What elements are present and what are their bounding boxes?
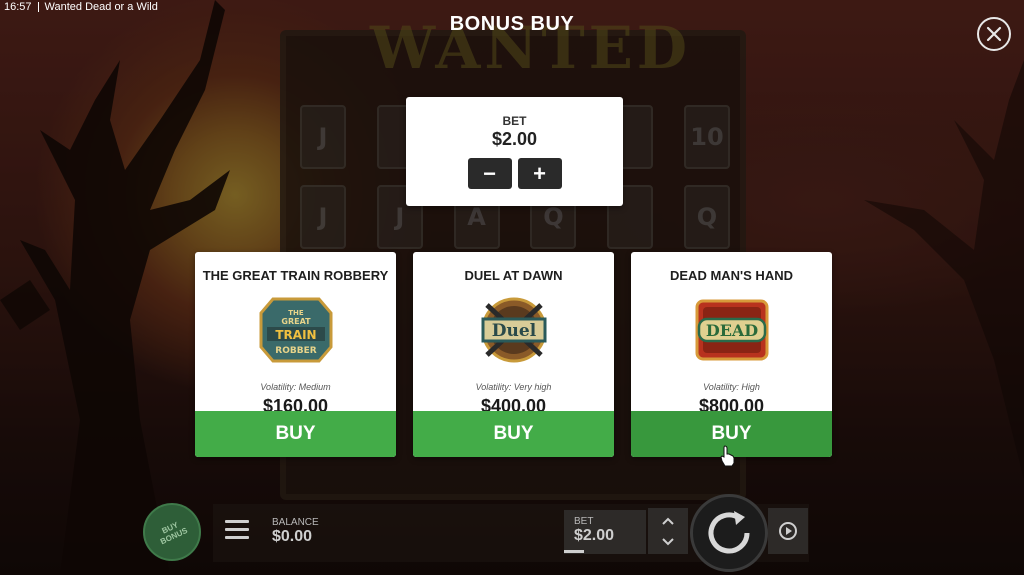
bet-stepper: − + [406, 158, 623, 189]
close-button[interactable] [977, 17, 1011, 51]
emblem-line: GREAT [281, 317, 311, 326]
bonus-volatility: Volatility: High [703, 382, 760, 392]
menu-button[interactable] [225, 520, 249, 540]
emblem-line: Duel [491, 321, 536, 341]
buy-bonus-label: BUY BONUS [158, 520, 189, 547]
bet-decrease-button[interactable]: − [467, 158, 512, 189]
bet-arrows [648, 508, 688, 554]
hand-pointer-icon [720, 445, 735, 467]
chevron-down-icon[interactable] [662, 538, 674, 546]
close-icon [986, 26, 1002, 42]
spin-button[interactable] [690, 494, 768, 572]
bet-increase-button[interactable]: + [517, 158, 562, 189]
status-separator [37, 2, 39, 12]
bottom-bet-value: $2.00 [574, 527, 615, 544]
bonus-volatility: Volatility: Medium [260, 382, 331, 392]
menu-icon-line [225, 520, 249, 523]
bet-value: $2.00 [491, 129, 538, 149]
bonus-title: DEAD MAN'S HAND [670, 268, 793, 283]
autoplay-button[interactable] [768, 508, 808, 554]
balance-value: $0.00 [272, 528, 313, 545]
bonus-card-duel-at-dawn: DUEL AT DAWN Duel Volatility: Very high … [413, 252, 614, 457]
status-app-title: Wanted Dead or a Wild [44, 1, 158, 13]
emblem-line: DEAD [705, 321, 757, 340]
dead-emblem-icon: DEAD [695, 299, 768, 361]
bonus-title: DUEL AT DAWN [464, 268, 563, 283]
spin-icon [708, 511, 750, 554]
autoplay-icon [779, 522, 797, 540]
bonus-title: THE GREAT TRAIN ROBBERY [202, 268, 389, 283]
buy-button[interactable]: BUY [413, 411, 614, 457]
emblem-line: TRAIN [275, 328, 316, 342]
bonus-card-train-robbery: THE GREAT TRAIN ROBBERY THE GREAT TRAIN … [195, 252, 396, 457]
menu-icon-line [225, 528, 249, 531]
bet-underline [564, 550, 584, 553]
bonus-card-dead-mans-hand: DEAD MAN'S HAND DEAD Volatility: High $8… [631, 252, 832, 457]
dialog-title: BONUS BUY [449, 13, 575, 35]
balance-display: BALANCE $0.00 [272, 517, 319, 546]
menu-icon-line [225, 536, 249, 539]
emblem-line: THE [288, 309, 304, 317]
status-bar: 16:57 Wanted Dead or a Wild [4, 1, 158, 13]
bottom-bet-display[interactable]: BET $2.00 [564, 510, 646, 554]
bottom-bet-label: BET [574, 516, 594, 527]
bet-panel: BET $2.00 − + [406, 97, 623, 206]
train-robbery-emblem-icon: THE GREAT TRAIN ROBBER [259, 297, 332, 363]
balance-label: BALANCE [272, 517, 319, 528]
bet-label: BET [502, 114, 527, 128]
status-time: 16:57 [4, 1, 32, 13]
buy-button[interactable]: BUY [195, 411, 396, 457]
duel-emblem-icon: Duel [481, 297, 546, 363]
bonus-volatility: Volatility: Very high [475, 382, 552, 392]
emblem-line: ROBBER [275, 346, 316, 356]
chevron-up-icon[interactable] [662, 517, 674, 525]
buy-bonus-button[interactable]: BUY BONUS [143, 503, 201, 561]
